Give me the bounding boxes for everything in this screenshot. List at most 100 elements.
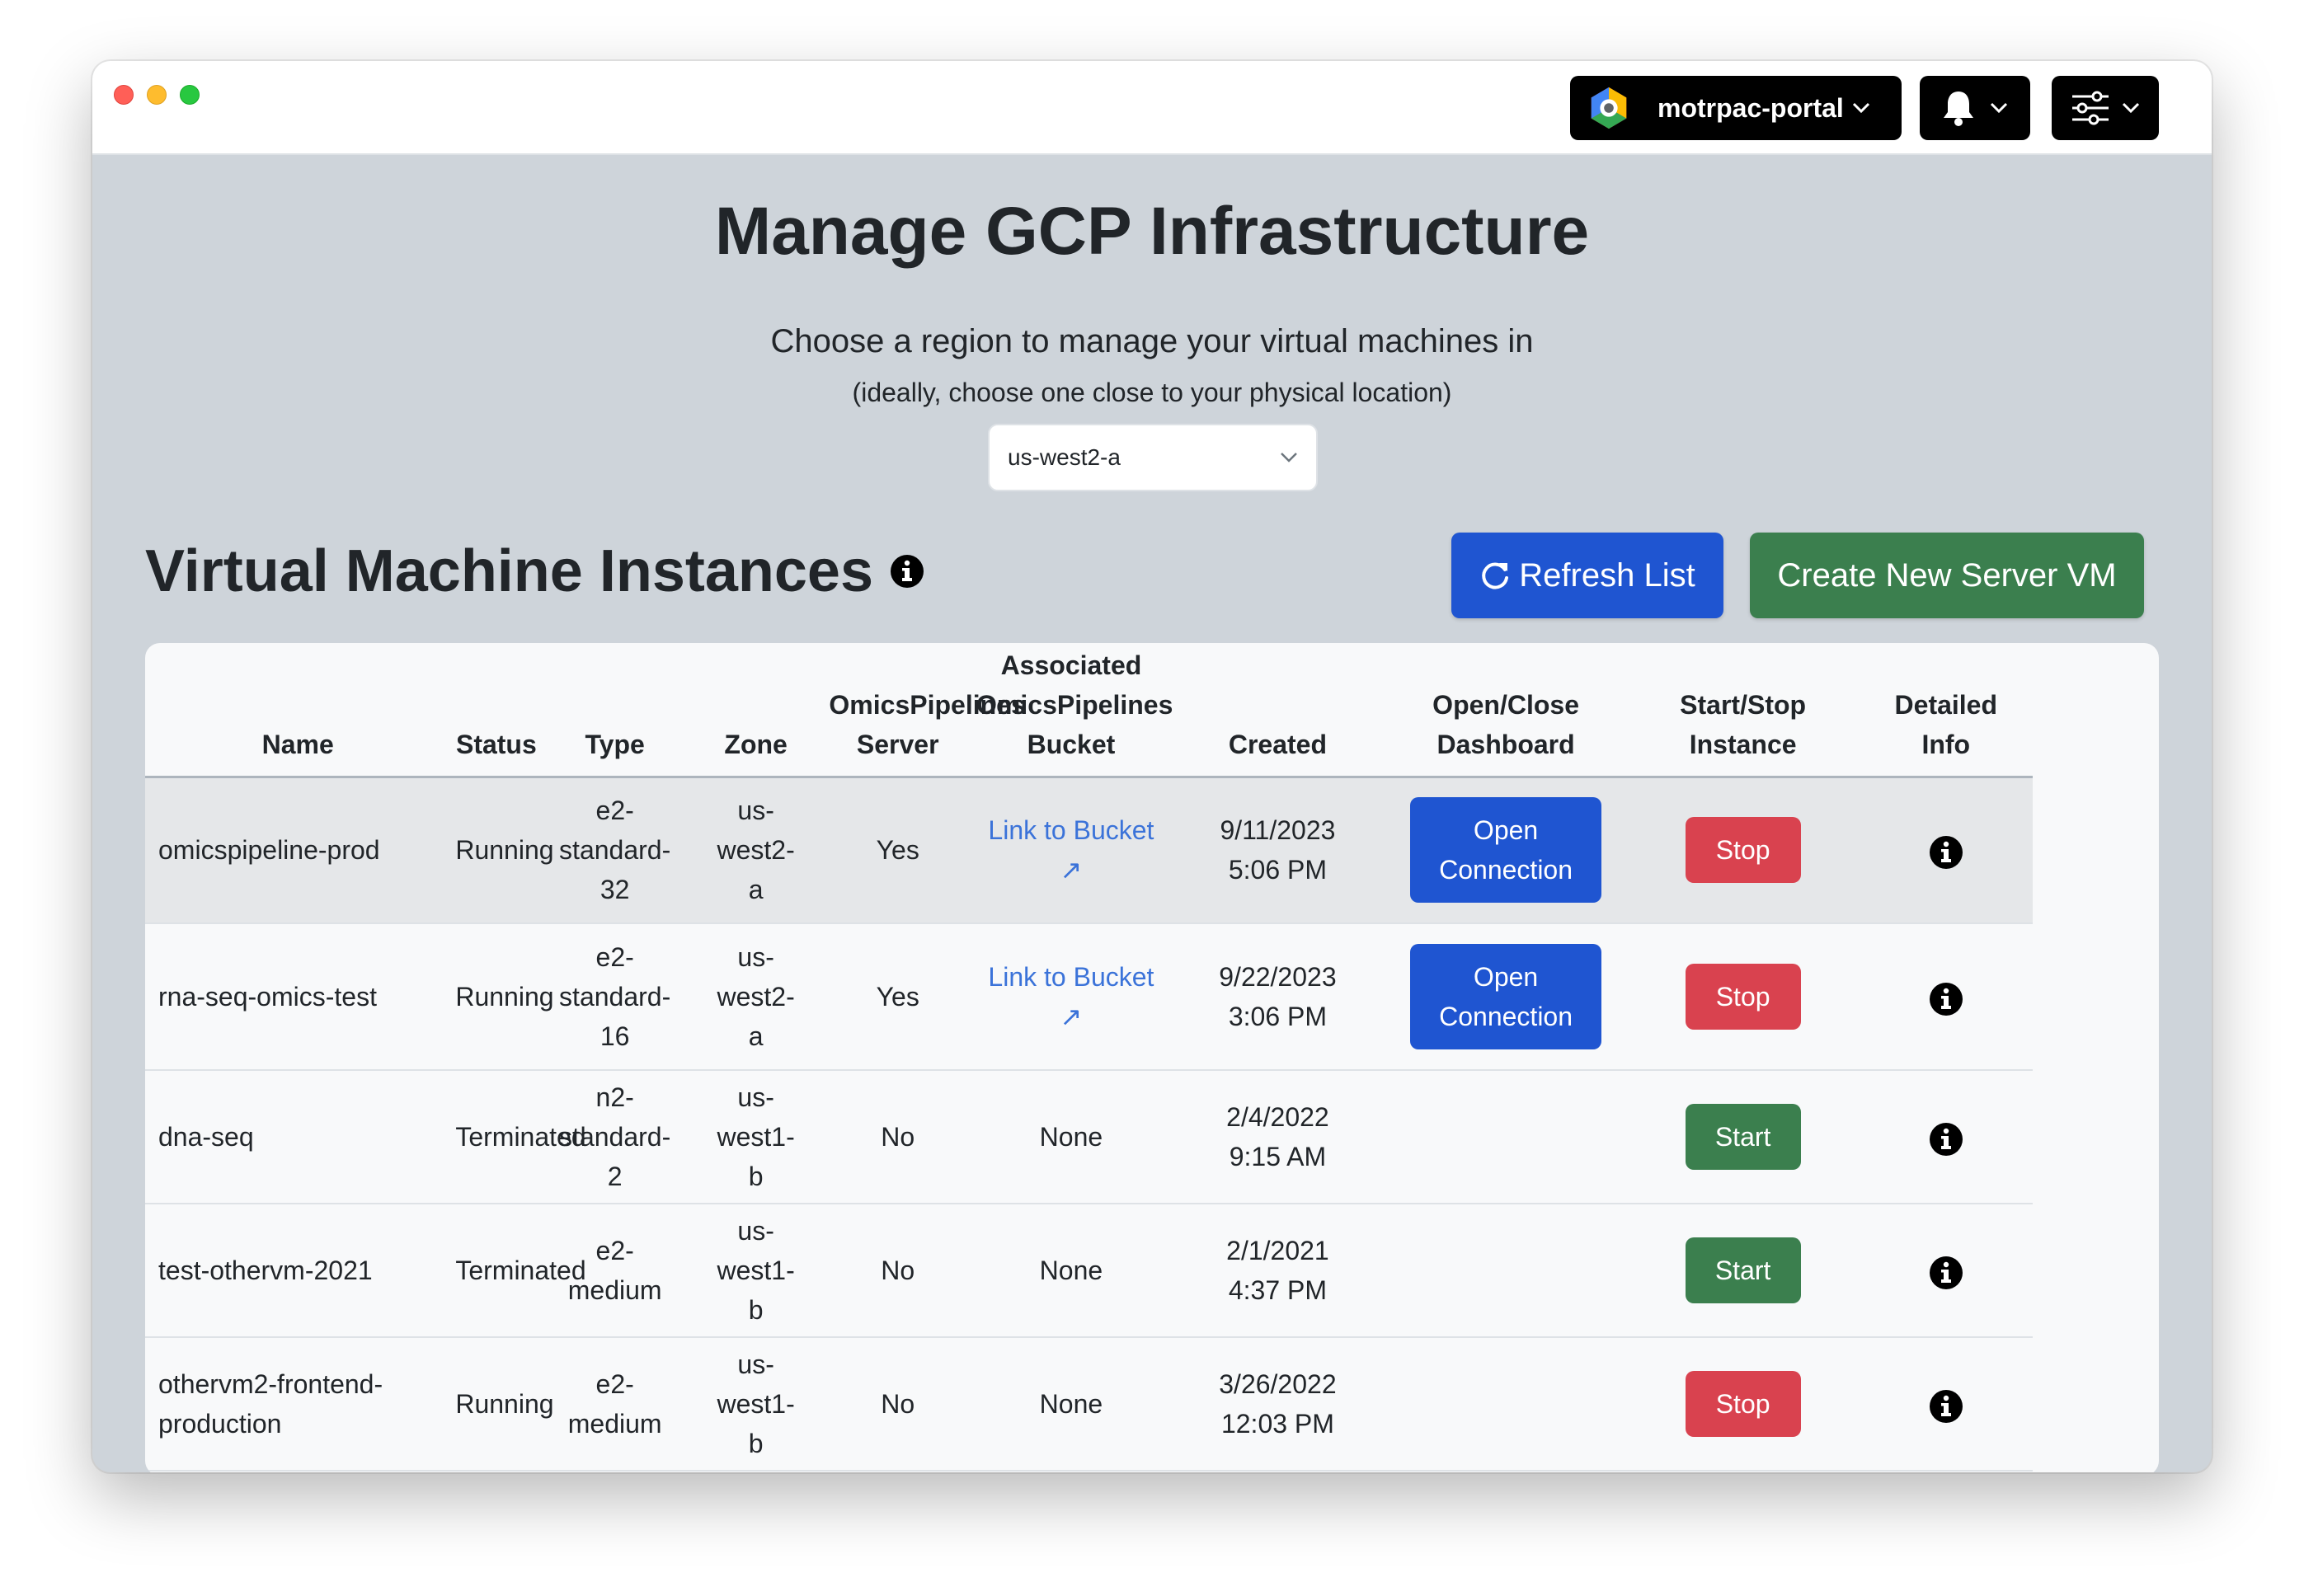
vm-bucket: None [971, 1337, 1171, 1472]
table-row: othervm2-frontend-production Running e2- me… [145, 1337, 2159, 1472]
vm-start-stop: Stop [1627, 777, 1860, 924]
browser-window: motrpac-portal Manage GCP Infrastructure… [92, 61, 2212, 1472]
vm-dashboard [1385, 1204, 1628, 1338]
info-icon[interactable] [1929, 1122, 1963, 1157]
region-hint: (ideally, choose one close to your physi… [852, 378, 1452, 407]
vm-status: Running [450, 923, 554, 1071]
page-title: Manage GCP Infrastructure [714, 194, 1590, 269]
column-header-type: Type [542, 643, 688, 778]
stop-instance-button[interactable]: Stop [1685, 964, 1801, 1030]
settings-button[interactable] [2052, 76, 2159, 140]
vm-name: othervm2-frontend-production [145, 1337, 451, 1472]
vm-status: Terminated [450, 1070, 586, 1204]
stop-instance-button[interactable]: Stop [1685, 1371, 1801, 1437]
vm-name: rna-seq-omics-test [145, 923, 451, 1071]
column-header-name: Name [145, 643, 451, 778]
refresh-list-label: Refresh List [1519, 556, 1695, 594]
table-row: dna-seq Terminated n2- standard- 2 us-west1- b… [145, 1070, 2159, 1204]
vm-server-flag: No [824, 1204, 972, 1338]
column-header-zone: Zone [687, 643, 825, 778]
vm-bucket[interactable]: Link to Bucket ↗ [971, 923, 1171, 1071]
column-header-bucket: Associated OmicsPipelines Bucket [971, 643, 1173, 778]
bucket-link[interactable]: Link to Bucket ↗ [988, 962, 1154, 1031]
vm-server-flag: Yes [824, 777, 972, 924]
bucket-none: None [1039, 1122, 1103, 1152]
column-header-start-stop: Start/Stop Instance [1627, 643, 1860, 778]
vm-name: omicspipeline-prod [145, 777, 451, 924]
table-header-row: Name Status Type Zone OmicsPipelines Serv… [145, 643, 2159, 778]
column-header-server: OmicsPipelines Server [824, 643, 1026, 778]
vm-zone: us-west1- b [687, 1337, 825, 1472]
open-connection-button[interactable]: Open Connection [1410, 944, 1602, 1049]
vm-created: 9/11/2023 5:06 PM [1170, 777, 1385, 924]
vm-bucket: None [971, 1204, 1171, 1338]
title-bar: motrpac-portal [92, 61, 2212, 155]
vm-info [1859, 1070, 2034, 1204]
vm-info [1859, 1204, 2034, 1338]
section-title-text: Virtual Machine Instances [145, 538, 873, 604]
vm-created: 3/26/2022 12:03 PM [1170, 1337, 1385, 1472]
notifications-button[interactable] [1920, 76, 2030, 140]
project-selector-button[interactable]: motrpac-portal [1570, 76, 1902, 140]
info-icon[interactable] [890, 554, 924, 589]
minimize-window-button[interactable] [147, 85, 167, 105]
info-icon[interactable] [1929, 982, 1963, 1016]
region-select-value: us-west2-a [1008, 444, 1121, 470]
vm-status: Running [450, 1337, 554, 1472]
refresh-icon [1482, 562, 1509, 589]
column-header-created: Created [1170, 643, 1385, 778]
sliders-icon [2072, 91, 2109, 125]
vm-info [1859, 777, 2034, 924]
chevron-down-icon [1852, 102, 1869, 114]
vm-server-flag: Yes [824, 923, 972, 1071]
vm-created: 2/1/2021 4:37 PM [1170, 1204, 1385, 1338]
vm-info [1859, 1337, 2034, 1472]
table-row: test-othervm-2021 Terminated e2- medium us-w… [145, 1204, 2159, 1338]
vm-server-flag: No [824, 1337, 972, 1472]
vm-type: e2- medium [542, 1337, 688, 1472]
close-window-button[interactable] [114, 85, 134, 105]
vm-type: n2- standard- 2 [542, 1070, 688, 1204]
vm-dashboard: Open Connection [1385, 777, 1628, 924]
vm-bucket[interactable]: Link to Bucket ↗ [971, 777, 1171, 924]
column-header-status: Status [450, 643, 543, 778]
vm-dashboard [1385, 1337, 1628, 1472]
create-server-vm-label: Create New Server VM [1777, 556, 2117, 594]
maximize-window-button[interactable] [180, 85, 200, 105]
gcp-logo-icon [1591, 87, 1627, 129]
info-icon[interactable] [1929, 835, 1963, 870]
region-select[interactable]: us-west2-a [988, 424, 1318, 491]
chevron-down-icon [2122, 102, 2140, 114]
section-title: Virtual Machine Instances [145, 537, 924, 605]
vm-info [1859, 923, 2034, 1071]
vm-created: 9/22/2023 3:06 PM [1170, 923, 1385, 1071]
vm-start-stop: Start [1627, 1204, 1860, 1338]
create-server-vm-button[interactable]: Create New Server VM [1750, 533, 2144, 618]
bell-icon [1944, 92, 1973, 126]
chevron-down-icon [1281, 453, 1297, 462]
info-icon[interactable] [1929, 1389, 1963, 1424]
vm-start-stop: Stop [1627, 923, 1860, 1071]
bucket-none: None [1039, 1256, 1103, 1285]
table-row: omicspipeline-prod Running e2- standard- 32 u… [145, 777, 2159, 924]
vm-bucket: None [971, 1070, 1171, 1204]
refresh-list-button[interactable]: Refresh List [1451, 533, 1723, 618]
chevron-down-icon [1990, 102, 2008, 114]
start-instance-button[interactable]: Start [1685, 1104, 1801, 1170]
bucket-link[interactable]: Link to Bucket ↗ [988, 815, 1154, 885]
column-header-info: Detailed Info [1859, 643, 2034, 778]
stop-instance-button[interactable]: Stop [1685, 817, 1801, 884]
vm-zone: us-west1- b [687, 1070, 825, 1204]
vm-start-stop: Stop [1627, 1337, 1860, 1472]
vm-dashboard [1385, 1070, 1628, 1204]
vm-zone: us-west2- a [687, 777, 825, 924]
info-icon[interactable] [1929, 1256, 1963, 1290]
vm-instances-table: Name Status Type Zone OmicsPipelines Serv… [145, 643, 2159, 1472]
vm-dashboard: Open Connection [1385, 923, 1628, 1071]
start-instance-button[interactable]: Start [1685, 1237, 1801, 1303]
project-name: motrpac-portal [1657, 92, 1844, 123]
column-header-dashboard: Open/Close Dashboard [1385, 643, 1628, 778]
open-connection-button[interactable]: Open Connection [1410, 797, 1602, 904]
vm-zone: us-west2- a [687, 923, 825, 1071]
vm-created: 2/4/2022 9:15 AM [1170, 1070, 1385, 1204]
